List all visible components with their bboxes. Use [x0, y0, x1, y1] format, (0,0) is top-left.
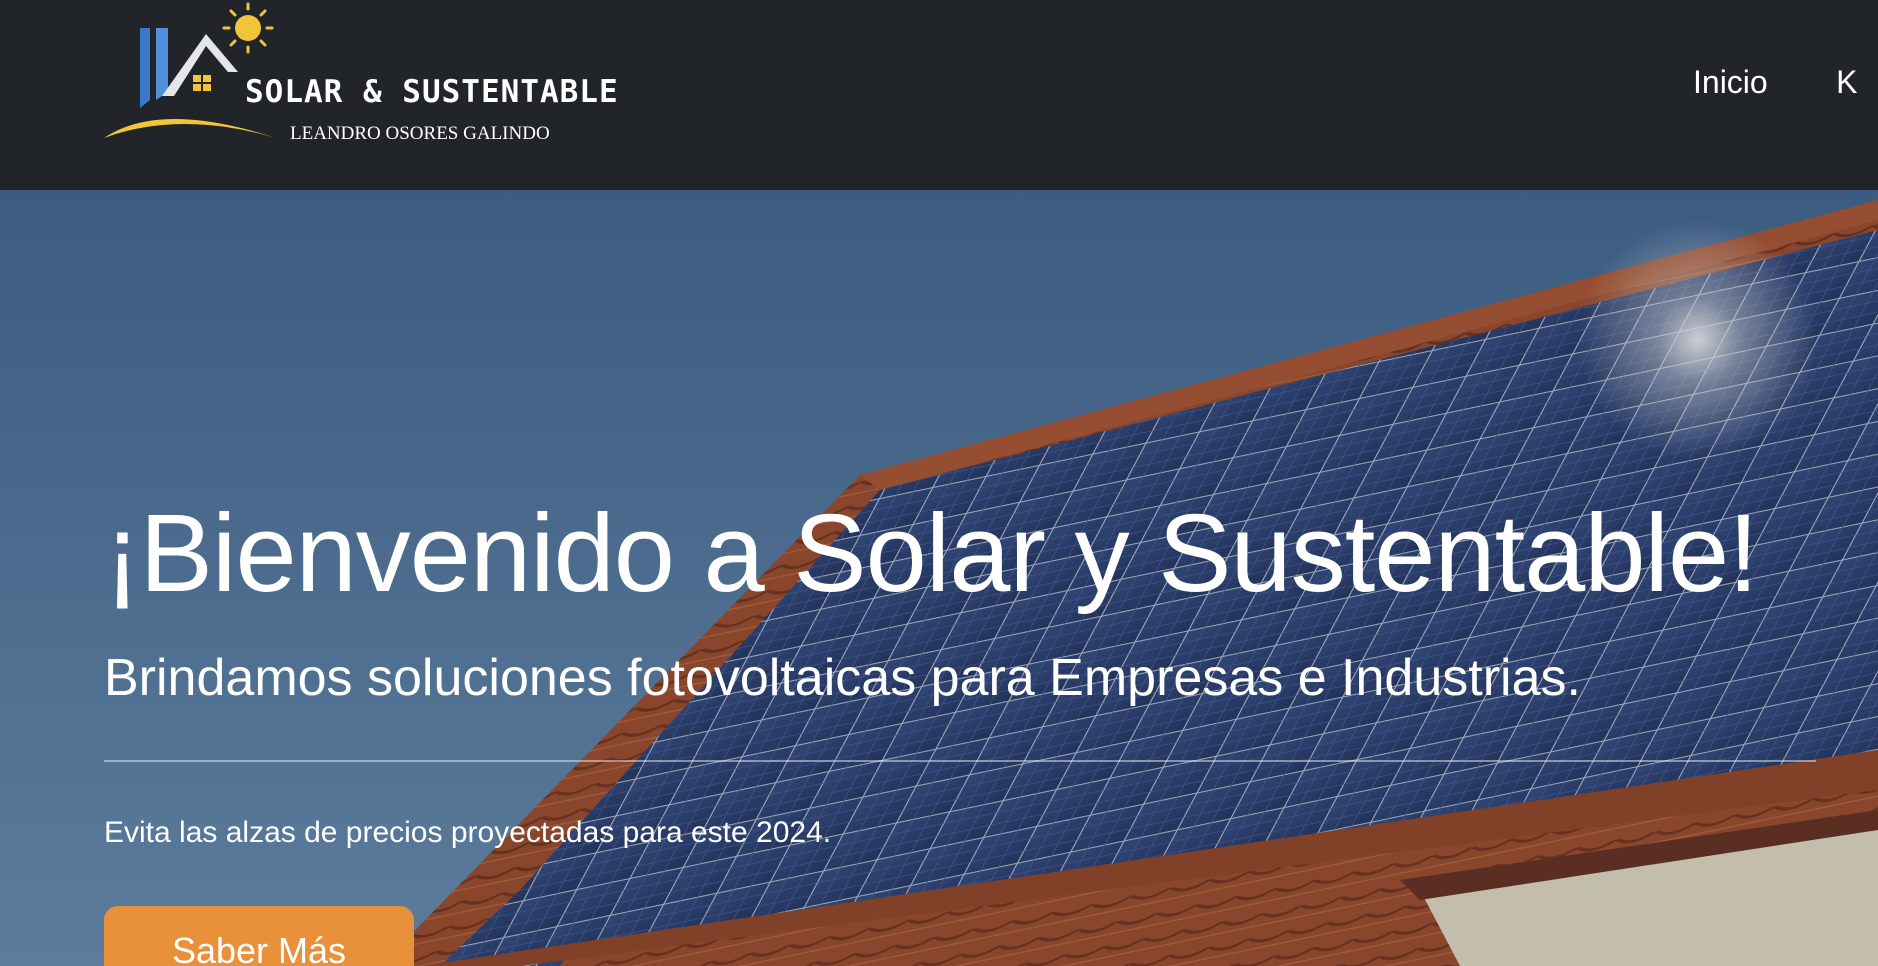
hero-lead: Brindamos soluciones fotovoltaicas para … [104, 649, 1581, 707]
top-navbar: SOLAR & SUSTENTABLE LEANDRO OSORES GALIN… [0, 0, 1878, 190]
hero-text: Evita las alzas de precios proyectadas p… [104, 816, 832, 849]
hero-section: ¡Bienvenido a Solar y Sustentable! Brind… [0, 190, 1878, 966]
brand-logo-link[interactable]: SOLAR & SUSTENTABLE LEANDRO OSORES GALIN… [100, 0, 620, 160]
nav-link-inicio[interactable]: Inicio [1693, 64, 1768, 101]
brand-name: SOLAR & SUSTENTABLE [245, 74, 619, 110]
brand-subtitle: LEANDRO OSORES GALINDO [290, 123, 550, 144]
nav-link-next[interactable]: K [1836, 64, 1857, 101]
hero-title: ¡Bienvenido a Solar y Sustentable! [104, 492, 1759, 615]
sun-icon [222, 2, 274, 54]
main-nav: Inicio K [1693, 64, 1878, 101]
hero-divider [104, 760, 1816, 762]
saber-mas-button[interactable]: Saber Más [104, 906, 414, 966]
